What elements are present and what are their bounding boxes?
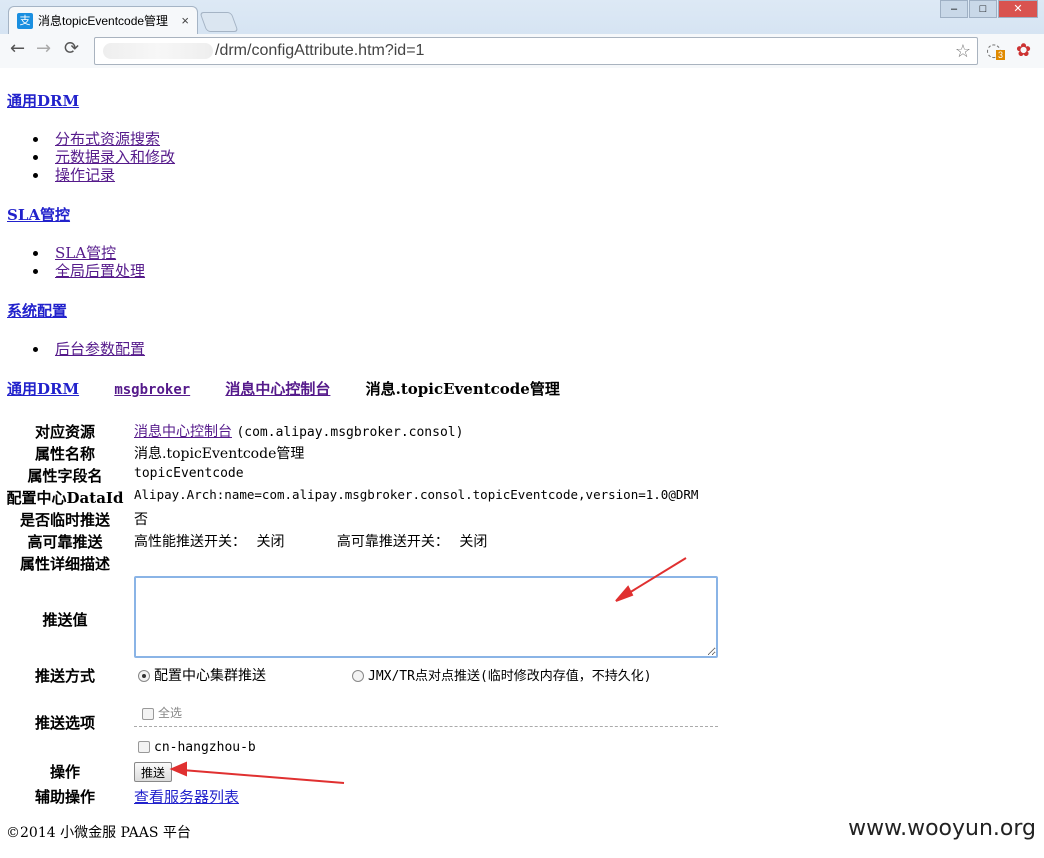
reload-icon[interactable]: ⟳ xyxy=(64,38,79,59)
select-all-option[interactable]: 全选 xyxy=(142,704,182,721)
extension-badge: 3 xyxy=(996,50,1006,60)
extension-icon[interactable]: ◌ 3 xyxy=(986,40,1006,61)
push-mode-option-jmx[interactable]: JMX/TR点对点推送(临时修改内存值，不持久化) xyxy=(352,665,652,684)
push-value-label: 推送值 xyxy=(42,611,88,629)
footer-copyright: ©2014 小微金服 PAAS 平台 xyxy=(6,825,191,841)
breadcrumb-drm[interactable]: 通用DRM xyxy=(7,380,79,398)
push-mode-jmx-label: JMX/TR点对点推送(临时修改内存值，不持久化) xyxy=(368,669,652,684)
list-item: 操作记录 xyxy=(33,166,175,184)
link-metadata-edit[interactable]: 元数据录入和修改 xyxy=(55,148,175,166)
back-icon[interactable]: ← xyxy=(10,38,25,59)
push-button[interactable]: 推送 xyxy=(134,762,173,782)
resource-package: (com.alipay.msgbroker.consol) xyxy=(236,425,464,440)
push-mode-label: 推送方式 xyxy=(34,667,95,685)
reliable-switch-label: 高可靠推送开关： xyxy=(336,534,449,550)
perf-switch-label: 高性能推送开关： xyxy=(134,534,246,550)
aux-value: 查看服务器列表 xyxy=(134,786,239,807)
field-name-label: 属性字段名 xyxy=(27,467,103,485)
list-item: 全局后置处理 xyxy=(33,262,145,280)
tab-title: 消息topicEventcode管理 xyxy=(38,14,169,28)
field-name-value: topicEventcode xyxy=(134,465,244,481)
breadcrumb-current: 消息.topicEventcode管理 xyxy=(365,380,560,398)
reliable-label: 高可靠推送 xyxy=(27,533,103,551)
push-mode-cluster-label: 配置中心集群推送 xyxy=(154,668,266,684)
radio-jmx[interactable] xyxy=(352,670,364,682)
zone-option[interactable]: cn-hangzhou-b xyxy=(138,739,256,755)
select-all-label: 全选 xyxy=(158,706,183,720)
browser-chrome: 支 消息topicEventcode管理 × – □ ✕ ← → ⟳ /drm/… xyxy=(0,0,1044,68)
section-title-drm[interactable]: 通用DRM xyxy=(7,90,79,111)
list-item: SLA管控 xyxy=(33,244,145,262)
dataid-label: 配置中心DataId xyxy=(6,489,124,507)
link-global-post[interactable]: 全局后置处理 xyxy=(55,262,145,280)
zone-checkbox[interactable] xyxy=(138,741,150,753)
attr-name-value: 消息.topicEventcode管理 xyxy=(134,446,305,462)
close-icon[interactable]: × xyxy=(181,13,189,28)
push-value-textarea[interactable] xyxy=(134,576,718,658)
new-tab-button[interactable] xyxy=(199,12,239,32)
section-title-system[interactable]: 系统配置 xyxy=(7,300,67,321)
arrow-to-push-button xyxy=(169,761,345,784)
address-url: /drm/configAttribute.htm?id=1 xyxy=(215,42,425,59)
select-all-checkbox[interactable] xyxy=(142,707,154,720)
action-label: 操作 xyxy=(49,763,80,781)
section-title-sla[interactable]: SLA管控 xyxy=(7,204,70,225)
server-list-link[interactable]: 查看服务器列表 xyxy=(134,788,239,806)
breadcrumb-console[interactable]: 消息中心控制台 xyxy=(225,380,330,398)
browser-tab[interactable]: 支 消息topicEventcode管理 × xyxy=(8,6,198,34)
push-mode-option-cluster[interactable]: 配置中心集群推送 xyxy=(138,665,266,685)
star-icon[interactable]: ☆ xyxy=(955,38,971,64)
window-close-button[interactable]: ✕ xyxy=(998,0,1038,18)
link-sla[interactable]: SLA管控 xyxy=(55,244,116,262)
list-item: 后台参数配置 xyxy=(33,340,145,358)
temp-push-label: 是否临时推送 xyxy=(19,511,110,529)
radio-cluster[interactable] xyxy=(138,670,150,682)
options-divider xyxy=(134,726,718,727)
section-list-system: 后台参数配置 xyxy=(33,340,145,358)
browser-toolbar: ← → ⟳ /drm/configAttribute.htm?id=1 ☆ ◌ 3… xyxy=(0,34,1044,68)
page-content: 通用DRM 分布式资源搜索 元数据录入和修改 操作记录 SLA管控 SLA管控 … xyxy=(0,68,1044,858)
link-operation-log[interactable]: 操作记录 xyxy=(55,166,115,184)
forward-icon[interactable]: → xyxy=(36,38,51,59)
field-name-text: topicEventcode xyxy=(134,466,244,481)
reliable-values: 高性能推送开关： 关闭 高可靠推送开关： 关闭 xyxy=(134,531,487,551)
desc-label: 属性详细描述 xyxy=(19,555,110,573)
push-options-label: 推送选项 xyxy=(34,714,95,732)
perf-switch-value: 关闭 xyxy=(256,534,285,550)
redacted-host xyxy=(103,43,213,59)
list-item: 元数据录入和修改 xyxy=(33,148,175,166)
maximize-button[interactable]: □ xyxy=(969,0,997,18)
reliable-switch-value: 关闭 xyxy=(459,534,488,550)
section-list-sla: SLA管控 全局后置处理 xyxy=(33,244,145,280)
dataid-text: Alipay.Arch:name=com.alipay.msgbroker.co… xyxy=(134,487,699,502)
attr-name-label: 属性名称 xyxy=(34,445,95,463)
list-item: 分布式资源搜索 xyxy=(33,130,175,148)
extension-2-icon[interactable]: ✿ xyxy=(1016,40,1031,61)
window-controls: – □ ✕ xyxy=(939,0,1038,18)
link-resource-search[interactable]: 分布式资源搜索 xyxy=(55,130,160,148)
zone-label: cn-hangzhou-b xyxy=(154,740,256,755)
breadcrumb-msgbroker[interactable]: msgbroker xyxy=(114,382,190,398)
resource-link[interactable]: 消息中心控制台 xyxy=(134,424,232,440)
address-bar[interactable]: /drm/configAttribute.htm?id=1 ☆ xyxy=(94,37,978,65)
link-backend-params[interactable]: 后台参数配置 xyxy=(55,340,145,358)
temp-push-value: 否 xyxy=(134,512,148,528)
resource-value: 消息中心控制台 (com.alipay.msgbroker.consol) xyxy=(134,421,463,441)
watermark: www.wooyun.org xyxy=(848,816,1036,841)
minimize-button[interactable]: – xyxy=(940,0,968,18)
resource-label: 对应资源 xyxy=(34,423,95,441)
section-list-drm: 分布式资源搜索 元数据录入和修改 操作记录 xyxy=(33,130,175,184)
alipay-icon: 支 xyxy=(17,12,33,29)
dataid-value: Alipay.Arch:name=com.alipay.msgbroker.co… xyxy=(134,487,698,503)
aux-label: 辅助操作 xyxy=(34,788,95,806)
breadcrumb: 通用DRM msgbroker 消息中心控制台 消息.topicEventcod… xyxy=(7,378,590,399)
